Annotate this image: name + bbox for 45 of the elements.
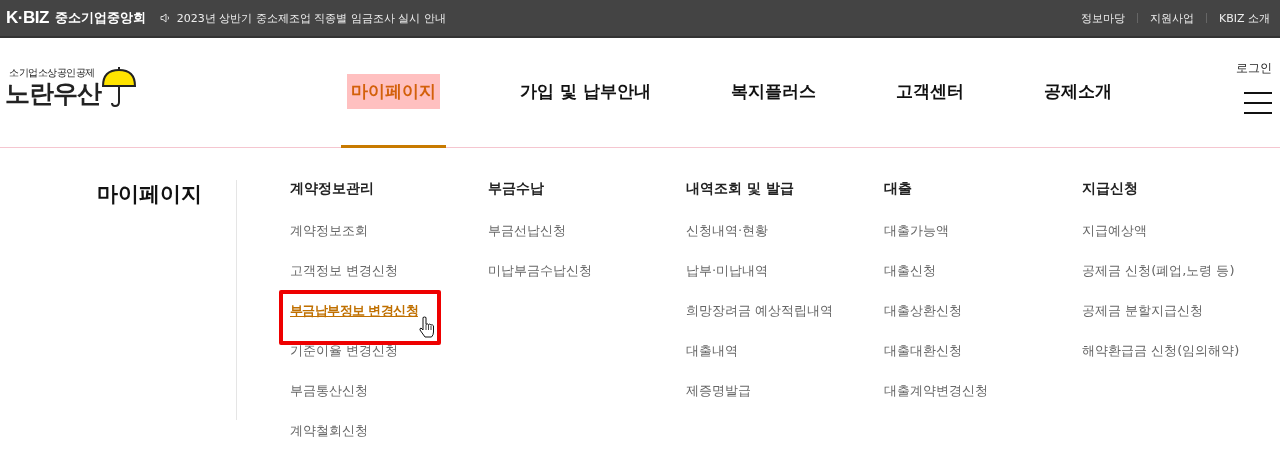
menu-link[interactable]: 고객정보 변경신청 [290,263,399,278]
menu-link[interactable]: 대출계약변경신청 [884,383,988,398]
top-link[interactable]: KBIZ 소개 [1218,10,1270,26]
org-name: 중소기업중앙회 [54,9,146,27]
menu-link[interactable]: 공제금 분할지급신청 [1082,303,1204,318]
menu-link[interactable]: 제증명발급 [686,383,751,398]
menu-link[interactable]: 대출신청 [884,263,936,278]
column-heading: 내역조회 및 발급 [686,180,795,198]
menu-link[interactable]: 계약철회신청 [290,423,368,438]
menu-link[interactable]: 신청내역·현황 [686,223,769,238]
menu-link[interactable]: 계약정보조회 [290,223,368,238]
menu-link[interactable]: 대출대환신청 [884,343,962,358]
top-link[interactable]: 지원사업 [1149,10,1194,26]
nav-tab[interactable]: 공제소개 [1003,38,1152,148]
umbrella-icon [101,65,137,108]
brand-logo[interactable]: K·BIZ [6,8,49,28]
menu-link[interactable]: 기준이율 변경신청 [290,343,399,358]
menu-link[interactable]: 지급예상액 [1082,223,1147,238]
column-heading: 부금수납 [488,180,545,198]
menu-link[interactable]: 부금통산신청 [290,383,368,398]
menu-title: 마이페이지 [0,180,237,420]
menu-link[interactable]: 대출내역 [686,343,738,358]
menu-link[interactable]: 희망장려금 예상적립내역 [686,303,834,318]
column-heading: 계약정보관리 [290,180,375,198]
menu-link[interactable]: 부금납부정보 변경신청 [290,303,418,318]
login-link[interactable]: 로그인 [1236,60,1272,77]
menu-link[interactable]: 미납부금수납신청 [488,263,592,278]
logo-subtitle: 소기업소상공인공제 [9,66,96,80]
nav-tab[interactable]: 복지플러스 [690,38,856,148]
menu-link[interactable]: 대출가능액 [884,223,949,238]
column-heading: 지급신청 [1082,180,1139,198]
menu-link[interactable]: 해약환급금 신청(임의해약) [1082,343,1240,358]
column-heading: 대출 [884,180,913,198]
notice-link[interactable]: 2023년 상반기 중소제조업 직종별 임금조사 실시 안내 [176,10,446,26]
menu-link[interactable]: 납부·미납내역 [686,263,769,278]
logo-text[interactable]: 노란우산 [5,80,101,108]
top-link[interactable]: 정보마당 [1080,10,1125,26]
hand-cursor-icon [418,316,436,338]
menu-link[interactable]: 대출상환신청 [884,303,962,318]
nav-tab[interactable]: 고객센터 [855,38,1004,148]
menu-link[interactable]: 공제금 신청(폐업,노령 등) [1082,263,1235,278]
menu-link[interactable]: 부금선납신청 [488,223,566,238]
nav-tab[interactable]: 가입 및 납부안내 [480,38,691,148]
speaker-icon [159,13,171,23]
menu-icon[interactable] [1244,91,1272,115]
